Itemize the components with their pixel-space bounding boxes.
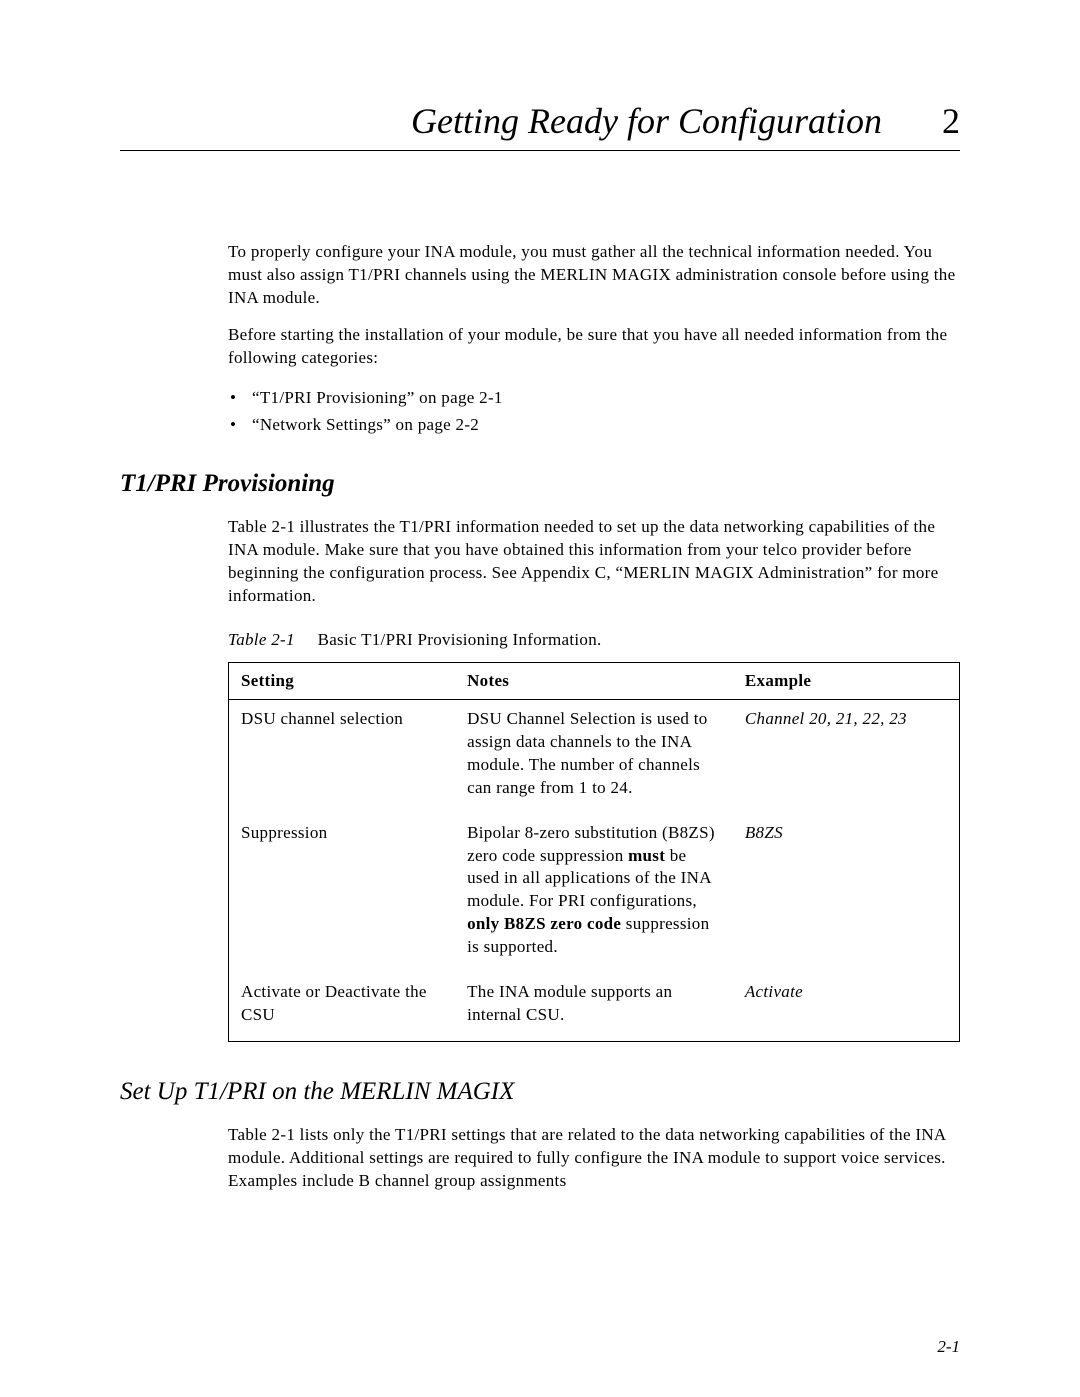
cell-setting: Suppression: [229, 814, 456, 974]
table-row: Suppression Bipolar 8-zero substitution …: [229, 814, 960, 974]
cell-notes: DSU Channel Selection is used to assign …: [455, 699, 733, 813]
table-row: DSU channel selection DSU Channel Select…: [229, 699, 960, 813]
subsection-heading-setup: Set Up T1/PRI on the MERLIN MAGIX: [120, 1078, 960, 1106]
cell-example: Activate: [733, 973, 960, 1041]
provisioning-table: Setting Notes Example DSU channel select…: [228, 662, 960, 1042]
page-number: 2-1: [937, 1337, 960, 1357]
intro-bullet-item: “Network Settings” on page 2-2: [228, 411, 960, 438]
intro-paragraph-1: To properly configure your INA module, y…: [228, 241, 960, 310]
intro-bullet-list: “T1/PRI Provisioning” on page 2-1 “Netwo…: [228, 384, 960, 438]
chapter-header: Getting Ready for Configuration 2: [120, 100, 960, 151]
table-header-example: Example: [733, 662, 960, 699]
table-header-setting: Setting: [229, 662, 456, 699]
cell-notes: The INA module supports an internal CSU.: [455, 973, 733, 1041]
notes-bold: must: [628, 846, 665, 865]
cell-example: B8ZS: [733, 814, 960, 974]
table-header-notes: Notes: [455, 662, 733, 699]
intro-bullet-item: “T1/PRI Provisioning” on page 2-1: [228, 384, 960, 411]
section2-paragraph-1: Table 2-1 lists only the T1/PRI settings…: [228, 1124, 960, 1193]
intro-paragraph-2: Before starting the installation of your…: [228, 324, 960, 370]
table-caption-label: Table 2-1: [228, 630, 295, 649]
cell-notes: Bipolar 8-zero substitution (B8ZS) zero …: [455, 814, 733, 974]
table-caption-text: Basic T1/PRI Provisioning Information.: [318, 630, 602, 649]
cell-example: Channel 20, 21, 22, 23: [733, 699, 960, 813]
chapter-number: 2: [942, 100, 960, 142]
chapter-title: Getting Ready for Configuration: [411, 100, 882, 142]
section-heading-t1pri: T1/PRI Provisioning: [120, 470, 960, 498]
section1-paragraph-1: Table 2-1 illustrates the T1/PRI informa…: [228, 516, 960, 608]
notes-bold: only B8ZS zero code: [467, 914, 621, 933]
table-caption: Table 2-1 Basic T1/PRI Provisioning Info…: [228, 630, 960, 650]
cell-setting: Activate or Deactivate the CSU: [229, 973, 456, 1041]
cell-setting: DSU channel selection: [229, 699, 456, 813]
table-row: Activate or Deactivate the CSU The INA m…: [229, 973, 960, 1041]
table-header-row: Setting Notes Example: [229, 662, 960, 699]
